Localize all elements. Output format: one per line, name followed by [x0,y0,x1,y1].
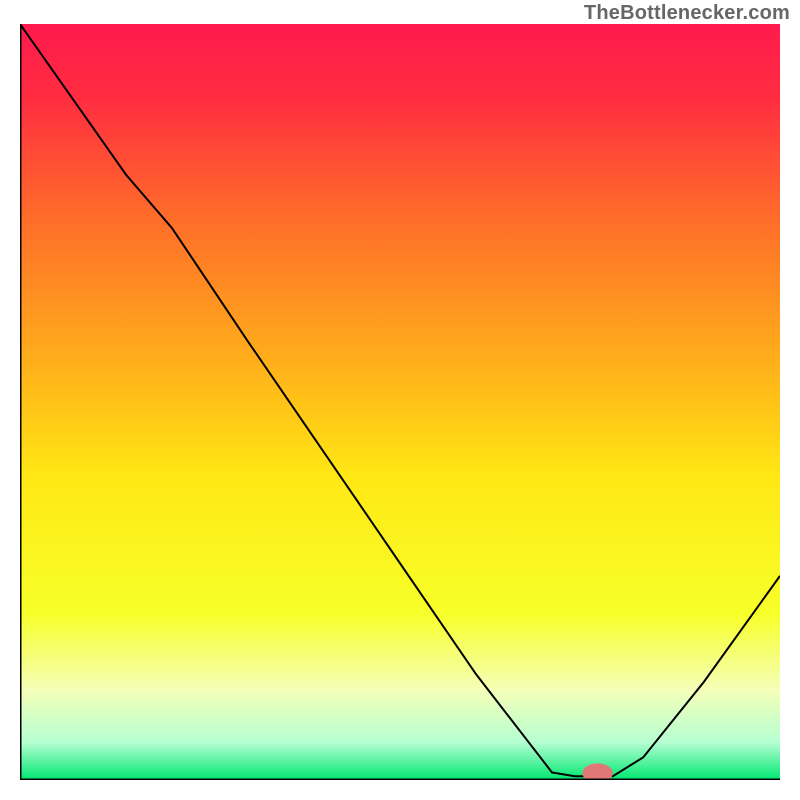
chart-wrapper: TheBottlenecker.com [0,0,800,800]
bottleneck-chart [20,24,780,780]
watermark-text: TheBottlenecker.com [584,2,790,25]
gradient-background [20,24,780,780]
